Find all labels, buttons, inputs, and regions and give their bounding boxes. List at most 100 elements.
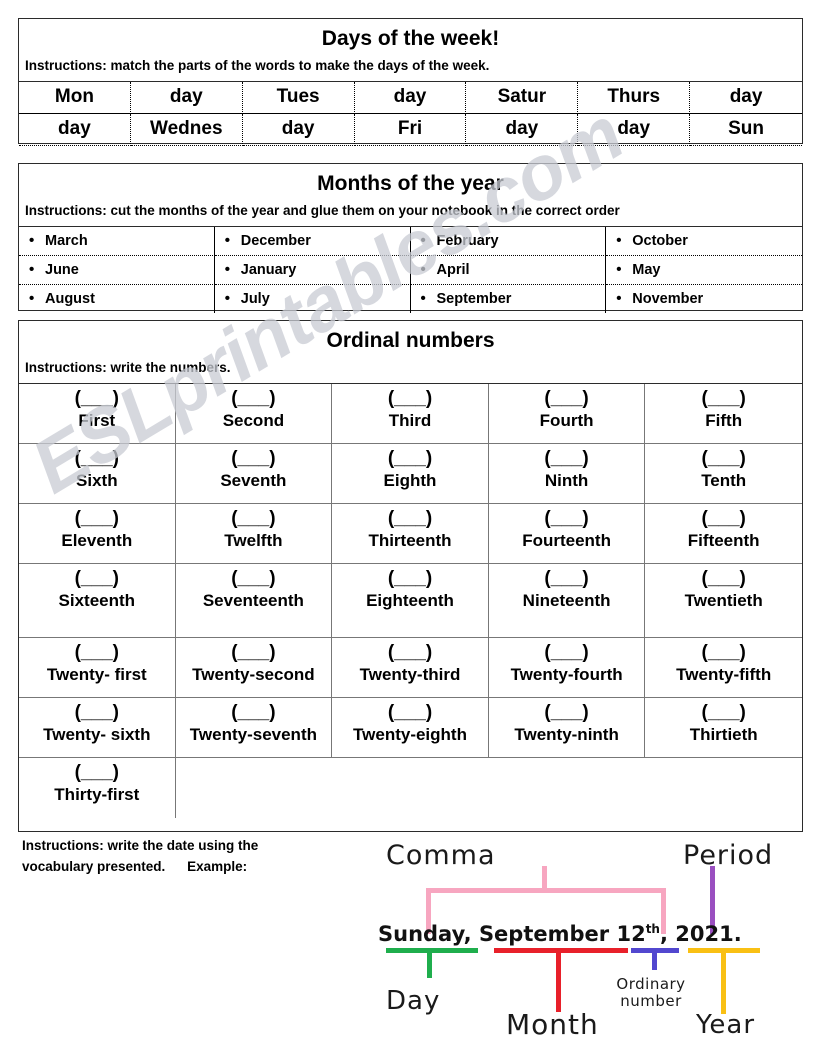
ordinal-cell[interactable]: (___) Thirteenth: [332, 503, 489, 564]
month-cut-cell[interactable]: • April: [410, 255, 607, 285]
ordinal-cell[interactable]: (___) Fifth: [645, 384, 802, 444]
ordinal-answer-blank[interactable]: (___): [491, 568, 643, 590]
day-part-cell[interactable]: day: [19, 113, 131, 146]
ordinal-answer-blank[interactable]: (___): [178, 508, 330, 530]
ordinal-cell[interactable]: (___) Third: [332, 383, 489, 444]
ordinal-cell[interactable]: (___) Sixteenth: [19, 563, 176, 638]
ordinal-cell[interactable]: (___) Twelfth: [175, 503, 333, 564]
day-part-cell[interactable]: day: [242, 113, 355, 146]
ordinal-answer-blank[interactable]: (___): [647, 448, 800, 470]
ordinal-cell[interactable]: (___) Fourteenth: [488, 503, 646, 564]
ordinal-answer-blank[interactable]: (___): [21, 448, 173, 470]
date-part-number: 12: [616, 922, 646, 946]
ordinal-answer-blank[interactable]: (___): [178, 448, 330, 470]
diagram-label-day: Day: [386, 986, 441, 1016]
month-label: February: [436, 232, 499, 249]
date-part-year: 2021: [675, 922, 734, 946]
ordinal-cell[interactable]: (___) Thirty-first: [19, 757, 176, 818]
ordinal-cell[interactable]: (___) Twentieth: [645, 564, 802, 638]
ordinal-cell[interactable]: (___) Fifteenth: [645, 504, 802, 564]
months-of-the-year-section: Months of the year Instructions: cut the…: [18, 163, 803, 313]
ordinal-cell-empty: [176, 758, 333, 818]
ordinal-answer-blank[interactable]: (___): [334, 448, 486, 470]
ordinal-cell[interactable]: (___) Nineteenth: [488, 563, 646, 638]
ordinal-answer-blank[interactable]: (___): [491, 508, 643, 530]
ordinal-answer-blank[interactable]: (___): [21, 568, 173, 590]
ordinal-answer-blank[interactable]: (___): [21, 702, 173, 724]
month-connector-stem: [556, 948, 561, 1012]
ordinal-cell[interactable]: (___) Eleventh: [19, 503, 176, 564]
ordinal-answer-blank[interactable]: (___): [178, 568, 330, 590]
ordinal-answer-blank[interactable]: (___): [647, 702, 800, 724]
ordinal-answer-blank[interactable]: (___): [647, 508, 800, 530]
day-part-cell[interactable]: day: [354, 81, 467, 114]
day-part-cell[interactable]: Fri: [354, 113, 467, 146]
ordinal-cell[interactable]: (___) First: [19, 383, 176, 444]
day-part-cell[interactable]: day: [130, 81, 243, 114]
ordinal-cell[interactable]: (___) Twenty-third: [332, 637, 489, 698]
ordinal-cell[interactable]: (___) Thirtieth: [645, 698, 802, 758]
ordinal-cell[interactable]: (___) Eighteenth: [332, 563, 489, 638]
ordinal-answer-blank[interactable]: (___): [178, 702, 330, 724]
ordinal-answer-blank[interactable]: (___): [647, 642, 800, 664]
ordinal-cell[interactable]: (___) Tenth: [645, 444, 802, 504]
ordinal-answer-blank[interactable]: (___): [21, 642, 173, 664]
ordinal-answer-blank[interactable]: (___): [334, 508, 486, 530]
day-part-cell[interactable]: Tues: [242, 81, 355, 114]
ordinal-cell[interactable]: (___) Eighth: [332, 443, 489, 504]
day-part-cell[interactable]: Satur: [466, 81, 579, 114]
ordinal-cell[interactable]: (___) Fourth: [488, 383, 646, 444]
ordinal-cell[interactable]: (___) Sixth: [19, 443, 176, 504]
ordinal-answer-blank[interactable]: (___): [491, 642, 643, 664]
month-cut-cell[interactable]: • September: [411, 284, 607, 313]
ordinal-word: Ninth: [544, 470, 589, 490]
month-cut-cell[interactable]: • March: [19, 226, 215, 256]
ordinal-word: Twenty-second: [192, 664, 315, 684]
ordinal-cell[interactable]: (___) Seventeenth: [175, 563, 333, 638]
month-cut-cell[interactable]: • August: [19, 284, 215, 313]
ordinal-cell[interactable]: (___) Twenty-second: [175, 637, 333, 698]
ordinal-answer-blank[interactable]: (___): [21, 508, 173, 530]
month-cut-cell[interactable]: • June: [19, 255, 215, 285]
ordinal-answer-blank[interactable]: (___): [647, 388, 800, 410]
month-cut-cell[interactable]: • October: [606, 227, 802, 256]
day-part-cell[interactable]: day: [466, 113, 579, 146]
month-cut-cell[interactable]: • July: [215, 284, 411, 313]
days-of-the-week-section: Days of the week! Instructions: match th…: [18, 18, 803, 146]
ordinal-word: Fifteenth: [687, 530, 760, 550]
ordinal-cell[interactable]: (___) Twenty- sixth: [19, 697, 176, 758]
ordinal-cell[interactable]: (___) Twenty-ninth: [488, 697, 646, 758]
month-cut-cell[interactable]: • December: [214, 226, 411, 256]
month-cut-cell[interactable]: • May: [606, 256, 802, 285]
ordinal-cell[interactable]: (___) Twenty-fifth: [645, 638, 802, 698]
day-part-cell[interactable]: Mon: [19, 81, 131, 114]
month-cut-cell[interactable]: • November: [606, 285, 802, 313]
ordinal-answer-blank[interactable]: (___): [178, 388, 330, 410]
ordinal-answer-blank[interactable]: (___): [178, 642, 330, 664]
ordinal-cell[interactable]: (___) Twenty- first: [19, 637, 176, 698]
ordinal-answer-blank[interactable]: (___): [334, 388, 486, 410]
bullet-icon: •: [224, 290, 231, 308]
ordinal-cell[interactable]: (___) Ninth: [488, 443, 646, 504]
day-part-cell[interactable]: Wednes: [130, 113, 243, 146]
month-cut-cell[interactable]: • February: [410, 226, 607, 256]
ordinal-cell[interactable]: (___) Second: [175, 383, 333, 444]
ordinal-answer-blank[interactable]: (___): [334, 702, 486, 724]
ordinal-cell[interactable]: (___) Twenty-eighth: [332, 697, 489, 758]
day-part-cell[interactable]: day: [690, 82, 802, 114]
ordinal-answer-blank[interactable]: (___): [334, 568, 486, 590]
ordinal-answer-blank[interactable]: (___): [21, 762, 173, 784]
ordinal-answer-blank[interactable]: (___): [647, 568, 800, 590]
day-part-cell[interactable]: day: [578, 113, 691, 146]
ordinal-answer-blank[interactable]: (___): [491, 448, 643, 470]
day-part-cell[interactable]: Thurs: [578, 81, 691, 114]
ordinal-answer-blank[interactable]: (___): [21, 388, 173, 410]
month-cut-cell[interactable]: • January: [214, 255, 411, 285]
ordinal-cell[interactable]: (___) Seventh: [175, 443, 333, 504]
ordinal-cell[interactable]: (___) Twenty-fourth: [488, 637, 646, 698]
ordinal-answer-blank[interactable]: (___): [491, 702, 643, 724]
ordinal-cell[interactable]: (___) Twenty-seventh: [175, 697, 333, 758]
ordinal-answer-blank[interactable]: (___): [491, 388, 643, 410]
day-part-cell[interactable]: Sun: [690, 114, 802, 146]
ordinal-answer-blank[interactable]: (___): [334, 642, 486, 664]
